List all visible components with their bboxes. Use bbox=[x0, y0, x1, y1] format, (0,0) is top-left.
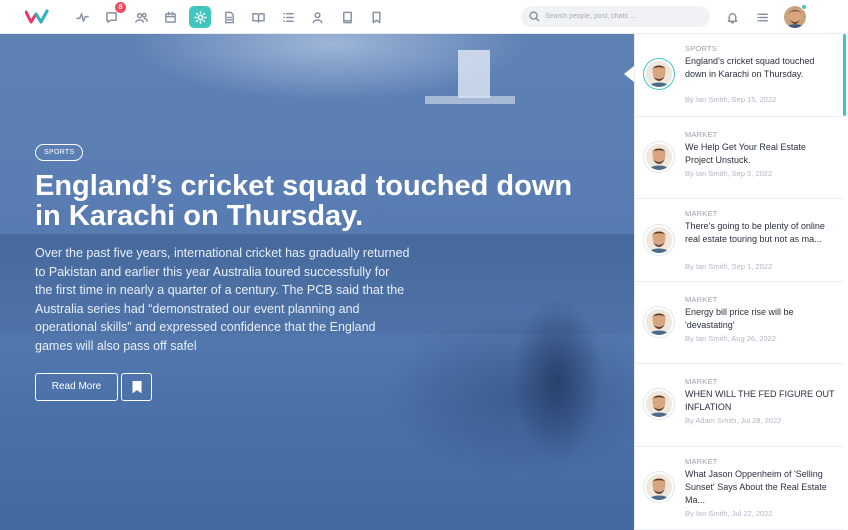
article-category: SPORTS bbox=[685, 44, 717, 53]
article-list-item[interactable]: MARKET We Help Get Your Real Estate Proje… bbox=[634, 117, 844, 199]
book-icon[interactable] bbox=[336, 6, 358, 28]
hero-title: England’s cricket squad touched down in … bbox=[35, 170, 573, 232]
document-icon[interactable] bbox=[218, 6, 240, 28]
article-title[interactable]: There’s going to be plenty of online rea… bbox=[685, 220, 835, 246]
article-category: MARKET bbox=[685, 130, 718, 139]
logo-icon[interactable] bbox=[25, 9, 49, 25]
article-category: MARKET bbox=[685, 457, 718, 466]
article-meta: By Ian Smith, Aug 26, 2022 bbox=[685, 334, 776, 343]
article-list-item[interactable]: SPORTS England’s cricket squad touched do… bbox=[634, 34, 844, 117]
article-meta: By Ian Smith, Jul 22, 2022 bbox=[685, 509, 773, 518]
user-icon[interactable] bbox=[306, 6, 328, 28]
article-category: MARKET bbox=[685, 209, 718, 218]
search-icon bbox=[529, 11, 540, 22]
menu-icon[interactable] bbox=[751, 6, 773, 28]
users-icon[interactable] bbox=[130, 6, 152, 28]
book-open-icon[interactable] bbox=[247, 6, 269, 28]
hero-excerpt: Over the past five years, international … bbox=[35, 246, 410, 353]
notification-badge: 8 bbox=[115, 2, 126, 13]
hero-image-scoreboard bbox=[458, 50, 490, 98]
hero-image-roof bbox=[425, 96, 515, 104]
bell-icon[interactable] bbox=[721, 6, 743, 28]
article-title[interactable]: We Help Get Your Real Estate Project Uns… bbox=[685, 141, 835, 167]
article-category: MARKET bbox=[685, 295, 718, 304]
article-list-item[interactable]: MARKET WHEN WILL THE FED FIGURE OUT INFLA… bbox=[634, 364, 844, 447]
article-category: MARKET bbox=[685, 377, 718, 386]
activity-icon[interactable] bbox=[71, 6, 93, 28]
article-title[interactable]: Energy bill price rise will be 'devastat… bbox=[685, 306, 835, 332]
author-avatar bbox=[646, 474, 672, 500]
search-input[interactable] bbox=[545, 9, 695, 24]
bookmark-icon bbox=[132, 381, 141, 393]
author-avatar bbox=[646, 227, 672, 253]
selection-pointer bbox=[624, 66, 634, 82]
top-bar: 8 bbox=[0, 0, 848, 34]
list-icon[interactable] bbox=[277, 6, 299, 28]
category-tag[interactable]: SPORTS bbox=[35, 144, 84, 161]
article-list-item[interactable]: MARKET What Jason Oppenheim of 'Selling S… bbox=[634, 447, 844, 530]
sun-icon[interactable] bbox=[189, 6, 211, 28]
article-meta: By Ian Smith, Sep 5, 2022 bbox=[685, 169, 773, 178]
article-meta: By Ian Smith, Sep 1, 2022 bbox=[685, 262, 773, 271]
bookmark-icon[interactable] bbox=[365, 6, 387, 28]
hero-image-camera bbox=[480, 264, 610, 494]
article-meta: By Adam Smith, Jul 28, 2022 bbox=[685, 416, 782, 425]
article-title[interactable]: WHEN WILL THE FED FIGURE OUT INFLATION bbox=[685, 388, 835, 414]
article-meta: By Ian Smith, Sep 15, 2022 bbox=[685, 95, 777, 104]
calendar-icon[interactable] bbox=[159, 6, 181, 28]
read-more-button[interactable]: Read More bbox=[35, 373, 118, 401]
article-list-item[interactable]: MARKET Energy bill price rise will be 'de… bbox=[634, 282, 844, 364]
article-title[interactable]: England’s cricket squad touched down in … bbox=[685, 55, 835, 81]
bookmark-button[interactable] bbox=[121, 373, 152, 401]
article-title[interactable]: What Jason Oppenheim of 'Selling Sunset'… bbox=[685, 468, 835, 507]
online-status-dot bbox=[801, 4, 807, 10]
author-avatar bbox=[646, 309, 672, 335]
author-avatar bbox=[646, 391, 672, 417]
author-avatar bbox=[646, 61, 672, 87]
author-avatar bbox=[646, 144, 672, 170]
featured-article-hero: SPORTS England’s cricket squad touched d… bbox=[0, 34, 634, 530]
search-bar[interactable] bbox=[521, 6, 710, 27]
article-list-item[interactable]: MARKET There’s going to be plenty of onli… bbox=[634, 199, 844, 282]
